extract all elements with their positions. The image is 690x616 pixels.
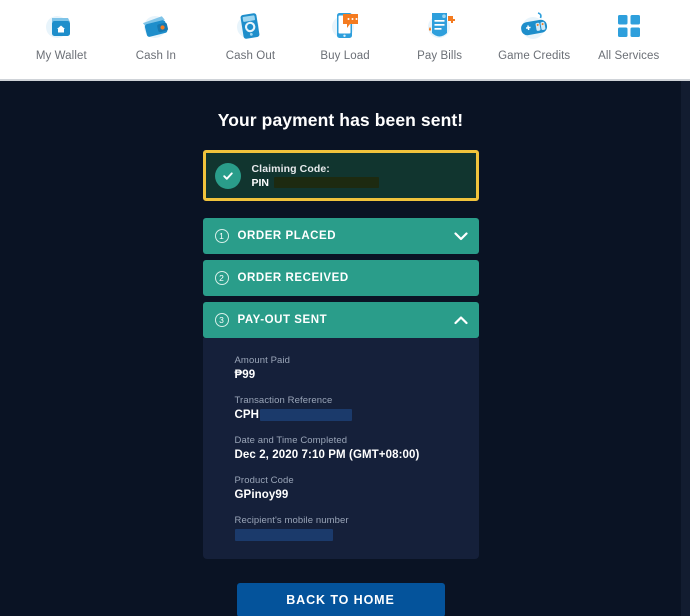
detail-value-row: CPH — [235, 409, 479, 421]
app-screen: My Wallet Cash In Cash Out Buy Load Pay … — [0, 0, 690, 616]
order-status-accordion: 1 ORDER PLACED 2 ORDER RECEIVED 3 PAY-OU… — [202, 218, 479, 559]
nav-label: Game Credits — [498, 50, 571, 62]
pin-value-redacted — [274, 177, 380, 188]
grid-apps-icon — [606, 6, 652, 46]
nav-label: My Wallet — [35, 50, 87, 62]
nav-item-game-credits[interactable]: Game Credits — [487, 6, 582, 62]
nav-label: Buy Load — [320, 50, 370, 62]
detail-label: Amount Paid — [234, 355, 290, 366]
accordion-header-pay-out-sent[interactable]: 3 PAY-OUT SENT — [202, 302, 479, 338]
back-to-home-button[interactable]: BACK TO HOME — [236, 583, 445, 616]
detail-value: ₱99 — [234, 369, 256, 381]
detail-label: Product Code — [234, 475, 294, 486]
nav-item-pay-bills[interactable]: Pay Bills — [392, 6, 487, 62]
claiming-code-pin-row: PIN — [252, 177, 380, 189]
nav-label: Cash In — [135, 50, 177, 62]
detail-date-time-completed: Date and Time Completed Dec 2, 2020 7:10… — [235, 435, 479, 461]
nav-item-all-services[interactable]: All Services — [581, 6, 676, 62]
pin-label: PIN — [251, 176, 270, 189]
detail-recipient-mobile-number: Recipient's mobile number — [234, 515, 479, 541]
transaction-reference-redacted — [260, 409, 353, 421]
detail-label: Transaction Reference — [234, 395, 333, 406]
wallet-icon — [133, 6, 179, 46]
check-circle-icon — [214, 162, 241, 189]
chevron-down-icon[interactable] — [453, 231, 468, 241]
main-content: Your payment has been sent! Claiming Cod… — [0, 81, 681, 616]
detail-label: Recipient's mobile number — [234, 515, 349, 526]
recipient-mobile-redacted — [234, 529, 333, 541]
detail-value: CPH — [234, 409, 260, 421]
accordion-header-order-placed[interactable]: 1 ORDER PLACED — [202, 218, 479, 254]
atm-machine-icon — [227, 6, 273, 46]
nav-item-my-wallet[interactable]: My Wallet — [14, 6, 109, 62]
detail-label: Date and Time Completed — [234, 435, 348, 446]
step-number: 3 — [214, 313, 229, 327]
content-column: Claiming Code: PIN 1 ORDER PLACED 2 ORDE… — [202, 150, 479, 616]
accordion-header-order-received[interactable]: 2 ORDER RECEIVED — [202, 260, 479, 296]
detail-product-code: Product Code GPinoy99 — [235, 475, 479, 501]
accordion-title: PAY-OUT SENT — [237, 314, 328, 326]
accordion-title: ORDER PLACED — [237, 230, 337, 242]
nav-item-cash-out[interactable]: Cash Out — [203, 6, 298, 62]
step-number: 1 — [214, 229, 229, 243]
wallet-home-icon — [38, 6, 84, 46]
pay-out-details-panel: Amount Paid ₱99 Transaction Reference CP… — [202, 338, 479, 559]
detail-value: Dec 2, 2020 7:10 PM (GMT+08:00) — [234, 449, 420, 461]
nav-item-cash-in[interactable]: Cash In — [109, 6, 204, 62]
chevron-up-icon[interactable] — [453, 315, 468, 325]
nav-label: All Services — [598, 50, 660, 62]
claiming-code-box: Claiming Code: PIN — [202, 150, 479, 201]
nav-label: Pay Bills — [417, 50, 463, 62]
nav-label: Cash Out — [225, 50, 276, 62]
claiming-code-text: Claiming Code: PIN — [252, 163, 380, 189]
accordion-title: ORDER RECEIVED — [237, 272, 349, 284]
bill-invoice-icon — [417, 6, 463, 46]
phone-message-icon — [322, 6, 368, 46]
detail-amount-paid: Amount Paid ₱99 — [235, 355, 479, 381]
detail-transaction-reference: Transaction Reference CPH — [235, 395, 479, 421]
claiming-code-label: Claiming Code: — [251, 162, 330, 175]
detail-value: GPinoy99 — [234, 489, 289, 501]
step-number: 2 — [214, 271, 229, 285]
page-title: Your payment has been sent! — [217, 110, 464, 130]
service-nav-bar: My Wallet Cash In Cash Out Buy Load Pay … — [0, 0, 690, 79]
page-scrollbar[interactable] — [681, 81, 690, 616]
game-controller-icon — [511, 6, 557, 46]
back-to-home-wrap: BACK TO HOME — [203, 583, 479, 616]
nav-item-buy-load[interactable]: Buy Load — [298, 6, 393, 62]
